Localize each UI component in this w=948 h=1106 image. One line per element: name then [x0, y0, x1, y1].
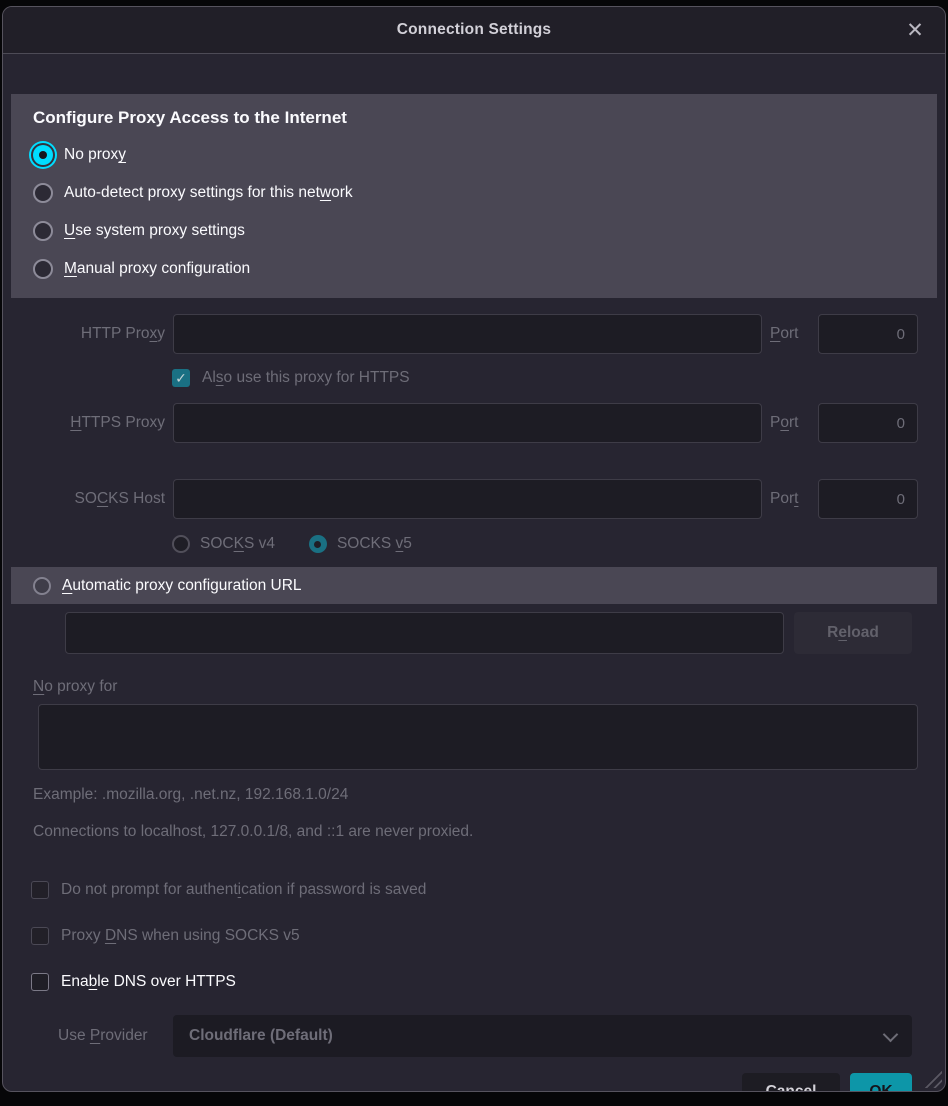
- radio-row-manual-proxy[interactable]: Manual proxy configuration: [33, 250, 915, 288]
- socks-host-input[interactable]: [173, 479, 762, 519]
- http-port-input[interactable]: [818, 314, 918, 354]
- radio-manual-proxy[interactable]: [33, 259, 53, 279]
- radio-socks-v4[interactable]: [172, 535, 190, 553]
- https-port-label: Port: [770, 414, 810, 432]
- socks-v5-label: SOCKS v5: [337, 535, 412, 553]
- https-proxy-input[interactable]: [173, 403, 762, 443]
- auto-url-input-row: Reload: [65, 612, 912, 654]
- proxy-dns-label: Proxy DNS when using SOCKS v5: [61, 927, 300, 945]
- socks-port-input[interactable]: [818, 479, 918, 519]
- radio-row-auto-detect[interactable]: Auto-detect proxy settings for this netw…: [33, 174, 915, 212]
- proxy-dns-checkbox[interactable]: [31, 927, 49, 945]
- proxy-dns-row[interactable]: Proxy DNS when using SOCKS v5: [31, 927, 945, 945]
- no-prompt-label: Do not prompt for authentication if pass…: [61, 881, 426, 899]
- connection-settings-dialog: Connection Settings ✕ Configure Proxy Ac…: [2, 6, 946, 1092]
- radio-auto-url-label: Automatic proxy configuration URL: [62, 577, 302, 595]
- socks-host-label: SOCKS Host: [35, 490, 165, 508]
- radio-no-proxy-label: No proxy: [64, 146, 126, 164]
- dialog-title: Connection Settings: [397, 21, 552, 39]
- provider-select[interactable]: Cloudflare (Default): [173, 1015, 912, 1057]
- https-proxy-label: HTTPS Proxy: [35, 414, 165, 432]
- doh-provider-row: Use Provider Cloudflare (Default): [58, 1015, 912, 1057]
- no-prompt-checkbox[interactable]: [31, 881, 49, 899]
- radio-auto-detect-label: Auto-detect proxy settings for this netw…: [64, 184, 353, 202]
- group-heading: Configure Proxy Access to the Internet: [33, 108, 915, 128]
- radio-row-auto-url[interactable]: Automatic proxy configuration URL: [33, 577, 302, 595]
- no-proxy-for-label: No proxy for: [33, 678, 945, 696]
- use-provider-label: Use Provider: [58, 1027, 157, 1045]
- auto-url-band[interactable]: Automatic proxy configuration URL: [11, 567, 937, 604]
- manual-proxy-section: HTTP Proxy Port ✓ Also use this proxy fo…: [3, 314, 945, 553]
- radio-manual-proxy-label: Manual proxy configuration: [64, 260, 250, 278]
- options-section: Do not prompt for authentication if pass…: [3, 881, 945, 991]
- radio-socks-v5[interactable]: [309, 535, 327, 553]
- no-proxy-for-textarea[interactable]: [38, 704, 918, 770]
- http-proxy-row: HTTP Proxy Port: [35, 314, 912, 354]
- provider-selected-value: Cloudflare (Default): [189, 1027, 333, 1045]
- socks-host-row: SOCKS Host Port: [35, 479, 912, 519]
- localhost-note-text: Connections to localhost, 127.0.0.1/8, a…: [33, 823, 945, 841]
- dialog-titlebar: Connection Settings ✕: [3, 7, 945, 54]
- chevron-down-icon: [883, 1026, 899, 1042]
- https-proxy-row: HTTPS Proxy Port: [35, 403, 912, 443]
- also-https-checkbox[interactable]: ✓: [172, 369, 190, 387]
- http-port-label: Port: [770, 325, 810, 343]
- also-https-label: Also use this proxy for HTTPS: [202, 369, 410, 387]
- radio-system-proxy[interactable]: [33, 221, 53, 241]
- http-proxy-input[interactable]: [173, 314, 762, 354]
- radio-no-proxy[interactable]: [33, 145, 53, 165]
- radio-row-no-proxy[interactable]: No proxy: [33, 136, 915, 174]
- radio-auto-url[interactable]: [33, 577, 51, 595]
- no-prompt-row[interactable]: Do not prompt for authentication if pass…: [31, 881, 945, 899]
- radio-system-proxy-label: Use system proxy settings: [64, 222, 245, 240]
- no-proxy-example-text: Example: .mozilla.org, .net.nz, 192.168.…: [33, 786, 945, 804]
- enable-doh-checkbox[interactable]: [31, 973, 49, 991]
- dialog-content: Configure Proxy Access to the Internet N…: [3, 54, 945, 1092]
- radio-auto-detect[interactable]: [33, 183, 53, 203]
- socks-v4-label: SOCKS v4: [200, 535, 275, 553]
- radio-row-system-proxy[interactable]: Use system proxy settings: [33, 212, 915, 250]
- socks-version-row: SOCKS v4 SOCKS v5: [172, 535, 912, 553]
- dialog-footer: Cancel OK: [3, 1073, 912, 1092]
- auto-url-input[interactable]: [65, 612, 784, 654]
- enable-doh-label: Enable DNS over HTTPS: [61, 973, 236, 991]
- enable-doh-row[interactable]: Enable DNS over HTTPS: [31, 973, 945, 991]
- also-https-row[interactable]: ✓ Also use this proxy for HTTPS: [172, 369, 912, 387]
- ok-button[interactable]: OK: [850, 1073, 912, 1092]
- cancel-button[interactable]: Cancel: [742, 1073, 840, 1092]
- check-icon: ✓: [175, 370, 187, 387]
- http-proxy-label: HTTP Proxy: [35, 325, 165, 343]
- close-icon[interactable]: ✕: [895, 7, 935, 53]
- reload-button[interactable]: Reload: [794, 612, 912, 654]
- proxy-mode-group: Configure Proxy Access to the Internet N…: [11, 94, 937, 298]
- https-port-input[interactable]: [818, 403, 918, 443]
- socks-port-label: Port: [770, 490, 810, 508]
